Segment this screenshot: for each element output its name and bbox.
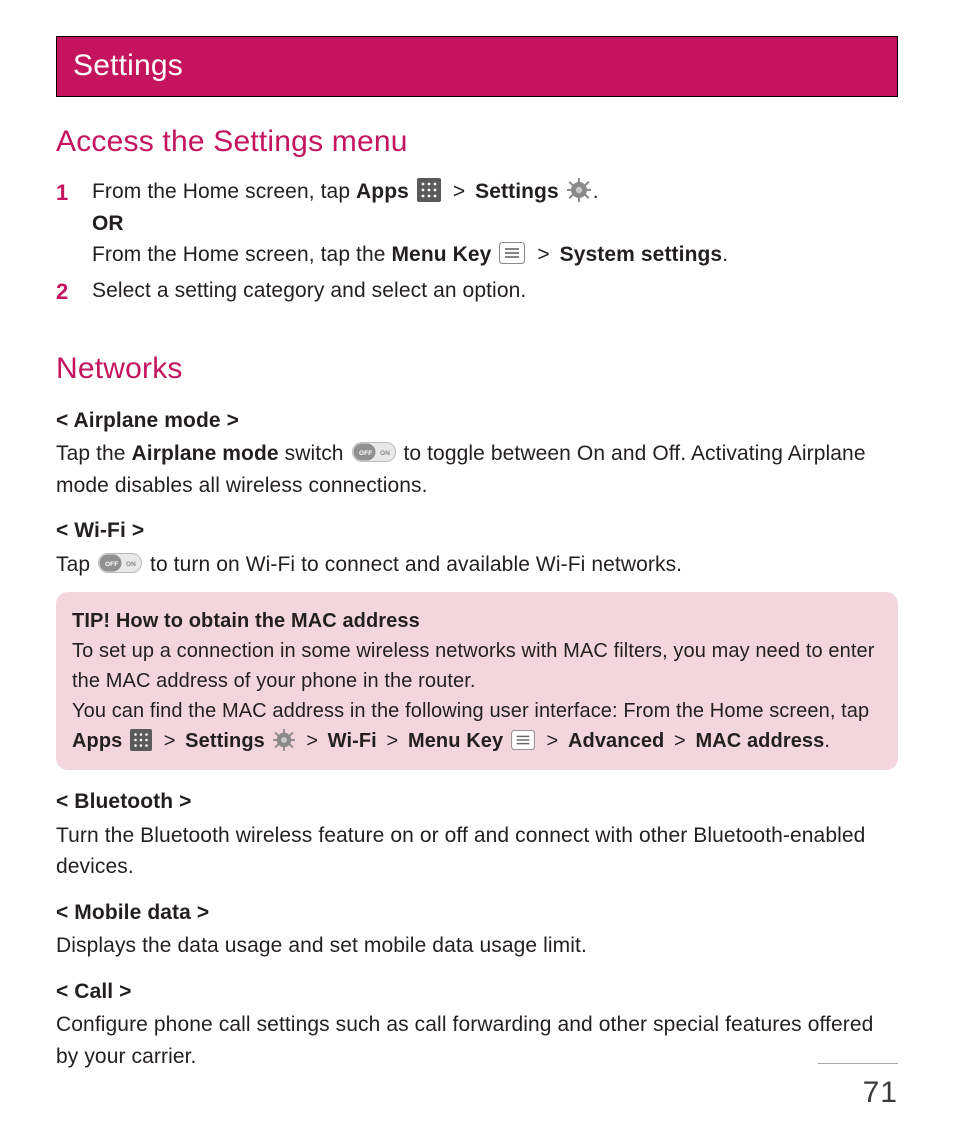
label-apps: Apps [356, 180, 409, 203]
label-menu-key: Menu Key [408, 730, 503, 752]
svg-text:OFF: OFF [105, 561, 118, 568]
paragraph: Displays the data usage and set mobile d… [56, 930, 898, 962]
chapter-banner: Settings [56, 36, 898, 97]
text: . [593, 180, 599, 203]
apps-icon [417, 178, 441, 202]
page-number: 71 [818, 1070, 898, 1115]
text: From the Home screen, tap [92, 180, 356, 203]
section-heading-access: Access the Settings menu [56, 119, 898, 164]
svg-text:ON: ON [126, 561, 136, 568]
toggle-switch-icon: OFF ON [352, 442, 396, 462]
step-body: Select a setting category and select an … [92, 275, 898, 307]
subsection-wifi: < Wi-Fi > [56, 515, 898, 547]
text: You can find the MAC address in the foll… [72, 700, 869, 722]
text: Tap [56, 553, 96, 576]
menu-key-icon [499, 242, 525, 264]
label-settings: Settings [185, 730, 265, 752]
label-advanced: Advanced [568, 730, 664, 752]
label-menu-key: Menu Key [391, 243, 491, 266]
svg-text:OFF: OFF [359, 450, 372, 457]
text: Tap the [56, 442, 132, 465]
label-wifi: Wi-Fi [328, 730, 377, 752]
section-heading-networks: Networks [56, 346, 898, 391]
text: to turn on Wi-Fi to connect and availabl… [144, 553, 682, 576]
subsection-mobile-data: < Mobile data > [56, 897, 898, 929]
label-mac-address: MAC address [695, 730, 824, 752]
text: switch [279, 442, 350, 465]
text: . [722, 243, 728, 266]
separator: > [531, 243, 555, 266]
paragraph: Turn the Bluetooth wireless feature on o… [56, 820, 898, 883]
step-body: From the Home screen, tap Apps > Setting… [92, 176, 898, 271]
label-or: OR [92, 212, 124, 235]
separator: > [541, 730, 564, 752]
step-1: 1 From the Home screen, tap Apps > Setti… [56, 176, 898, 271]
paragraph: Tap OFF ON to turn on Wi-Fi to connect a… [56, 549, 898, 581]
gear-icon [273, 729, 295, 751]
separator: > [158, 730, 181, 752]
footer-rule [818, 1063, 898, 1064]
separator: > [381, 730, 404, 752]
page-footer: 71 [818, 1063, 898, 1115]
label-system-settings: System settings [560, 243, 723, 266]
tip-box: TIP! How to obtain the MAC address To se… [56, 592, 898, 770]
label-settings: Settings [475, 180, 559, 203]
text: From the Home screen, tap the [92, 243, 391, 266]
step-2: 2 Select a setting category and select a… [56, 275, 898, 308]
paragraph: Tap the Airplane mode switch OFF ON to t… [56, 438, 898, 501]
gear-icon [567, 178, 591, 202]
text: . [824, 730, 830, 752]
separator: > [447, 180, 471, 203]
apps-icon [130, 729, 152, 751]
tip-paragraph: To set up a connection in some wireless … [72, 636, 882, 696]
menu-key-icon [511, 730, 535, 750]
svg-text:ON: ON [380, 450, 390, 457]
label-airplane-mode: Airplane mode [132, 442, 279, 465]
step-number: 1 [56, 176, 92, 209]
separator: > [301, 730, 324, 752]
subsection-bluetooth: < Bluetooth > [56, 786, 898, 818]
separator: > [668, 730, 691, 752]
paragraph: Configure phone call settings such as ca… [56, 1009, 898, 1072]
step-number: 2 [56, 275, 92, 308]
subsection-call: < Call > [56, 976, 898, 1008]
tip-title: TIP! How to obtain the MAC address [72, 606, 882, 636]
subsection-airplane: < Airplane mode > [56, 405, 898, 437]
tip-paragraph: You can find the MAC address in the foll… [72, 696, 882, 756]
toggle-switch-icon: OFF ON [98, 553, 142, 573]
label-apps: Apps [72, 730, 122, 752]
steps-list: 1 From the Home screen, tap Apps > Setti… [56, 176, 898, 308]
